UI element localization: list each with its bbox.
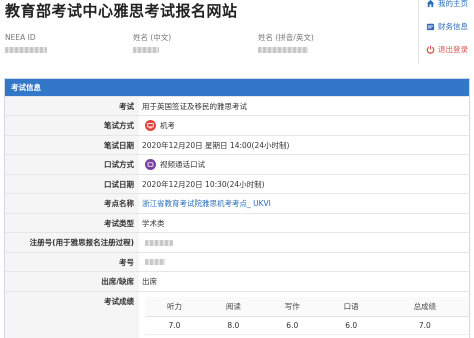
score-listening: 7.0 bbox=[145, 316, 204, 335]
row-scores: 考试成绩 听力 阅读 写作 口语 总成绩 7.0 8.0 6.0 6.0 7.0 bbox=[5, 291, 469, 338]
row-type: 考试类型 学术类 bbox=[5, 213, 469, 232]
menu-item-logout-label: 退出登录 bbox=[438, 44, 468, 54]
row-written-mode-label: 笔试方式 bbox=[5, 116, 139, 135]
score-header-speaking: 口语 bbox=[321, 297, 381, 317]
panel-title: 考试信息 bbox=[5, 79, 469, 96]
finance-icon bbox=[426, 22, 435, 31]
row-attendance: 出席/缺席 出席 bbox=[5, 271, 469, 291]
row-exam-label: 考试 bbox=[5, 97, 139, 115]
power-icon bbox=[426, 45, 435, 54]
row-type-label: 考试类型 bbox=[5, 214, 139, 232]
side-menu: 我的主页 财务信息 退出登录 bbox=[418, 0, 474, 64]
row-written-date-label: 笔试日期 bbox=[5, 136, 139, 154]
candidate-number-redacted bbox=[145, 259, 165, 265]
score-overall: 7.0 bbox=[380, 316, 469, 335]
exam-info-panel: 考试信息 考试 用于英国签证及移民的雅思考试 笔试方式 机考 笔试日期 2020… bbox=[4, 78, 470, 338]
row-exam-value: 用于英国签证及移民的雅思考试 bbox=[142, 101, 247, 111]
row-speaking-date-value: 2020年12月20日 10:30(24小时制) bbox=[142, 179, 265, 189]
row-registration-number-label: 注册号(用于雅思报名注册过程) bbox=[5, 233, 139, 252]
row-candidate-number-value bbox=[142, 253, 469, 271]
neea-id-value-redacted bbox=[5, 47, 47, 53]
menu-item-finance-label: 财务信息 bbox=[438, 21, 468, 31]
chinese-name-label: 姓名 (中文) bbox=[133, 33, 172, 42]
menu-item-home[interactable]: 我的主页 bbox=[426, 0, 468, 10]
row-candidate-number-label: 考号 bbox=[5, 253, 139, 271]
row-speaking-mode-value: 视频通话口试 bbox=[142, 155, 469, 174]
row-registration-number: 注册号(用于雅思报名注册过程) bbox=[5, 232, 469, 252]
row-written-date: 笔试日期 2020年12月20日 星期日 14:00(24小时制) bbox=[5, 135, 469, 154]
menu-item-logout[interactable]: 退出登录 bbox=[426, 42, 468, 56]
menu-item-finance[interactable]: 财务信息 bbox=[426, 19, 468, 33]
computer-icon bbox=[145, 120, 156, 131]
site-title: 教育部考试中心雅思考试报名网站 bbox=[5, 2, 238, 20]
row-type-value: 学术类 bbox=[142, 218, 165, 228]
row-speaking-date-label: 口试日期 bbox=[5, 175, 139, 193]
row-written-mode: 笔试方式 机考 bbox=[5, 115, 469, 135]
row-scores-label: 考试成绩 bbox=[5, 292, 139, 338]
video-call-icon bbox=[145, 159, 156, 170]
score-header-writing: 写作 bbox=[262, 297, 322, 317]
score-reading: 8.0 bbox=[203, 316, 263, 335]
menu-item-home-label: 我的主页 bbox=[438, 0, 468, 8]
score-table-row: 7.0 8.0 6.0 6.0 7.0 bbox=[145, 316, 469, 335]
score-writing: 6.0 bbox=[262, 316, 322, 335]
row-venue-label: 考点名称 bbox=[5, 194, 139, 213]
neea-id-label: NEEA ID bbox=[5, 33, 36, 42]
row-venue-value: 浙江省教育考试院雅思机考考点_ UKVI bbox=[142, 194, 469, 213]
row-attendance-value: 出席 bbox=[142, 277, 157, 286]
score-speaking: 6.0 bbox=[321, 316, 381, 335]
row-speaking-mode: 口试方式 视频通话口试 bbox=[5, 154, 469, 174]
score-header-reading: 阅读 bbox=[203, 297, 263, 317]
score-header-listening: 听力 bbox=[145, 297, 204, 317]
row-written-mode-value: 机考 bbox=[142, 116, 469, 135]
row-exam: 考试 用于英国签证及移民的雅思考试 bbox=[5, 96, 469, 115]
row-scores-value: 听力 阅读 写作 口语 总成绩 7.0 8.0 6.0 6.0 7.0 bbox=[142, 292, 469, 338]
pinyin-name-label: 姓名 (拼音/英文) bbox=[258, 33, 314, 42]
row-written-date-value: 2020年12月20日 星期日 14:00(24小时制) bbox=[142, 140, 290, 150]
venue-link[interactable]: 浙江省教育考试院雅思机考考点_ UKVI bbox=[142, 198, 271, 209]
score-table: 听力 阅读 写作 口语 总成绩 7.0 8.0 6.0 6.0 7.0 bbox=[145, 297, 469, 335]
row-speaking-mode-label: 口试方式 bbox=[5, 155, 139, 174]
row-venue: 考点名称 浙江省教育考试院雅思机考考点_ UKVI bbox=[5, 193, 469, 213]
score-table-header-row: 听力 阅读 写作 口语 总成绩 bbox=[145, 297, 469, 317]
row-candidate-number: 考号 bbox=[5, 252, 469, 271]
user-info: NEEA ID 姓名 (中文) 姓名 (拼音/英文) bbox=[5, 33, 405, 65]
registration-number-redacted bbox=[145, 239, 173, 246]
score-header-overall: 总成绩 bbox=[380, 297, 469, 317]
row-registration-number-value bbox=[142, 233, 469, 252]
home-icon bbox=[426, 0, 435, 8]
pinyin-name-value-redacted bbox=[258, 47, 308, 53]
row-attendance-label: 出席/缺席 bbox=[5, 272, 139, 291]
chinese-name-value-redacted bbox=[133, 47, 159, 53]
row-speaking-date: 口试日期 2020年12月20日 10:30(24小时制) bbox=[5, 174, 469, 193]
